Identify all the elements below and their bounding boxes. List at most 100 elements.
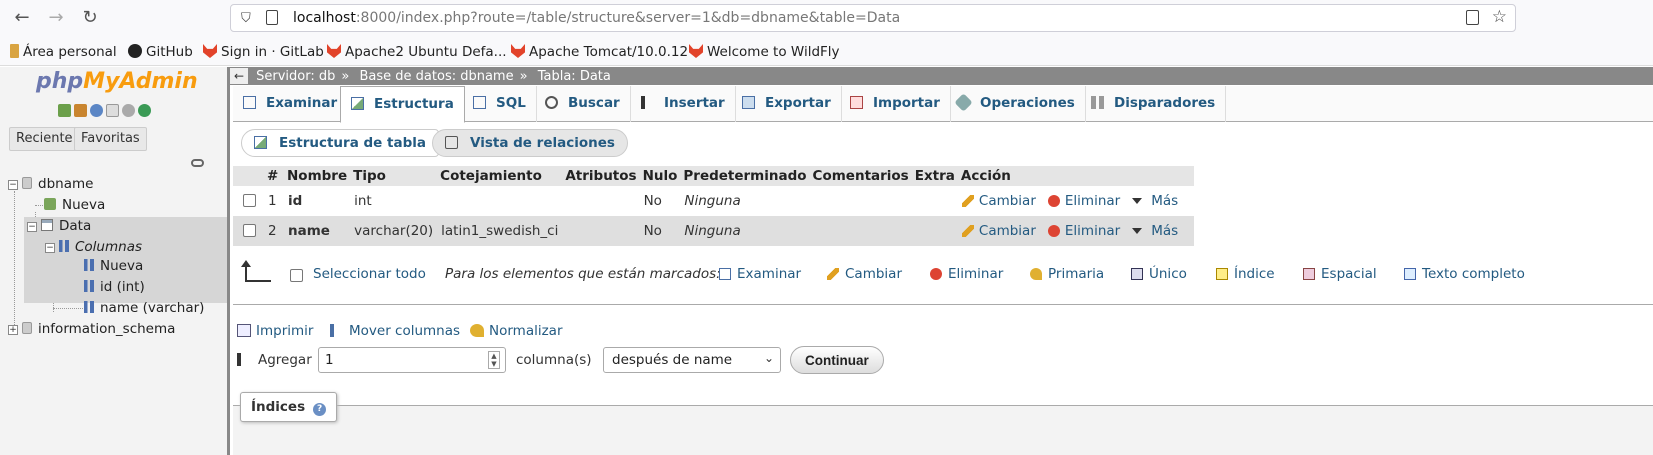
bulk-change-button[interactable]: Cambiar — [827, 266, 902, 282]
bulk-browse-button[interactable]: Examinar — [719, 266, 801, 282]
reload-nav-icon[interactable] — [138, 104, 151, 117]
more-dropdown[interactable]: Más — [1132, 193, 1178, 209]
continue-button[interactable]: Continuar — [790, 346, 884, 374]
header-num[interactable]: # — [264, 166, 284, 186]
tree-column-id[interactable]: id (int) — [84, 279, 145, 295]
header-cotejamiento[interactable]: Cotejamiento — [437, 166, 563, 186]
breadcrumb-server[interactable]: Servidor: db — [256, 69, 335, 84]
tab-buscar[interactable]: Buscar — [535, 86, 631, 122]
exit-icon[interactable] — [74, 104, 87, 117]
change-link[interactable]: Cambiar — [961, 193, 1036, 209]
tab-favorites[interactable]: Favoritas — [74, 127, 147, 151]
tab-disparadores[interactable]: Disparadores — [1081, 86, 1227, 122]
tab-importar[interactable]: Importar — [840, 86, 951, 122]
database-icon — [22, 322, 32, 334]
page-icon[interactable] — [266, 10, 278, 25]
header-extra[interactable]: Extra — [911, 166, 958, 186]
help-icon[interactable] — [90, 104, 103, 117]
collapse-icon[interactable]: − — [27, 222, 37, 232]
address-bar[interactable]: ⛉ localhost:8000/index.php?route=/table/… — [230, 4, 1516, 32]
tab-insertar[interactable]: Insertar — [631, 86, 736, 122]
tree-new-table[interactable]: Nueva — [44, 197, 105, 213]
header-atributos[interactable]: Atributos — [562, 166, 640, 186]
docs-icon[interactable] — [106, 104, 119, 117]
bulk-fulltext-button[interactable]: Texto completo — [1404, 266, 1525, 282]
bookmark-wildfly[interactable]: Welcome to WildFly — [689, 44, 840, 60]
tab-recent[interactable]: Reciente — [9, 127, 80, 151]
tree-db-dbname[interactable]: − dbname — [8, 176, 93, 192]
search-icon — [545, 96, 558, 109]
delete-icon — [1047, 195, 1060, 207]
row-checkbox[interactable] — [243, 224, 256, 237]
subtab-table-structure[interactable]: Estructura de tabla — [241, 129, 439, 157]
reader-view-icon[interactable] — [1466, 10, 1479, 25]
tab-examinar[interactable]: Examinar — [233, 86, 349, 122]
header-predeterminado[interactable]: Predeterminado — [680, 166, 810, 186]
row-comments — [809, 186, 912, 216]
back-arrow-icon[interactable]: ← — [12, 8, 32, 28]
bookmark-gitlab[interactable]: Sign in · GitLab — [203, 44, 324, 60]
row-checkbox[interactable] — [243, 194, 256, 207]
bulk-index-button[interactable]: Índice — [1216, 266, 1275, 282]
phpmyadmin-logo[interactable]: phpMyAdmin — [36, 69, 198, 94]
print-link[interactable]: Imprimir — [237, 323, 313, 339]
drop-link[interactable]: Eliminar — [1047, 223, 1120, 239]
bulk-spatial-button[interactable]: Espacial — [1303, 266, 1377, 282]
bookmark-area-personal[interactable]: Área personal — [10, 44, 117, 60]
reload-icon[interactable]: ↻ — [80, 8, 100, 28]
with-selected-note: Para los elementos que están marcados: — [445, 266, 721, 282]
header-nombre[interactable]: Nombre — [284, 166, 351, 186]
header-comentarios[interactable]: Comentarios — [809, 166, 912, 186]
row-name: name — [284, 216, 351, 246]
bookmark-apache2[interactable]: Apache2 Ubuntu Defa... — [327, 44, 507, 60]
tree-db-information-schema[interactable]: + information_schema — [8, 321, 175, 337]
tree-table-data[interactable]: − Data — [27, 218, 91, 234]
tab-estructura[interactable]: Estructura — [340, 86, 465, 123]
select-all-label[interactable]: Seleccionar todo — [313, 266, 426, 282]
collapse-icon[interactable]: − — [45, 243, 55, 253]
header-tipo[interactable]: Tipo — [350, 166, 438, 186]
pencil-icon — [961, 195, 974, 207]
tab-sql[interactable]: SQL — [463, 86, 537, 122]
row-comments — [809, 216, 912, 246]
row-actions: Cambiar Eliminar Más — [957, 186, 1195, 216]
normalize-link[interactable]: Normalizar — [470, 323, 563, 339]
bookmark-star-icon[interactable]: ☆ — [1492, 7, 1507, 27]
more-dropdown[interactable]: Más — [1132, 223, 1178, 239]
select-all-checkbox[interactable] — [290, 269, 303, 282]
add-column-position-select[interactable]: después de name ⌄ — [603, 347, 781, 373]
row-num: 2 — [264, 216, 284, 246]
breadcrumb-database[interactable]: Base de datos: dbname — [360, 69, 514, 84]
home-icon[interactable] — [58, 104, 71, 117]
number-spinner-icon[interactable]: ▲ ▼ — [488, 351, 500, 369]
breadcrumb-separator: » — [341, 69, 350, 84]
tab-exportar[interactable]: Exportar — [732, 86, 842, 122]
tab-operaciones[interactable]: Operaciones — [947, 86, 1086, 122]
settings-gear-icon[interactable] — [122, 104, 135, 117]
move-columns-link[interactable]: Mover columnas — [330, 323, 460, 339]
expand-icon[interactable]: + — [8, 325, 18, 335]
bookmark-tomcat[interactable]: Apache Tomcat/10.0.12 — [511, 44, 688, 60]
tree-new-column[interactable]: Nueva — [84, 258, 143, 274]
collapse-icon[interactable]: − — [8, 180, 18, 190]
add-column-count-input[interactable]: 1 ▲ ▼ — [318, 347, 506, 373]
shield-icon[interactable]: ⛉ — [241, 11, 251, 26]
tree-columns[interactable]: − Columnas — [45, 239, 142, 255]
bulk-primary-button[interactable]: Primaria — [1030, 266, 1104, 282]
bulk-unique-button[interactable]: Único — [1131, 266, 1187, 282]
collapse-nav-arrow-icon[interactable]: ← — [230, 68, 248, 84]
row-null: No — [639, 216, 681, 246]
drop-link[interactable]: Eliminar — [1047, 193, 1120, 209]
forward-arrow-icon[interactable]: → — [46, 8, 66, 28]
bulk-drop-button[interactable]: Eliminar — [930, 266, 1003, 282]
import-icon — [850, 96, 863, 109]
header-nulo[interactable]: Nulo — [639, 166, 681, 186]
change-link[interactable]: Cambiar — [961, 223, 1036, 239]
link-icon[interactable] — [191, 159, 204, 167]
bookmark-github[interactable]: GitHub — [128, 44, 193, 60]
url-text[interactable]: localhost:8000/index.php?route=/table/st… — [293, 10, 900, 26]
help-icon[interactable]: ? — [313, 403, 327, 416]
subtab-relation-view[interactable]: Vista de relaciones — [432, 129, 628, 157]
breadcrumb-table[interactable]: Tabla: Data — [538, 69, 611, 84]
tree-column-name[interactable]: name (varchar) — [84, 300, 204, 316]
